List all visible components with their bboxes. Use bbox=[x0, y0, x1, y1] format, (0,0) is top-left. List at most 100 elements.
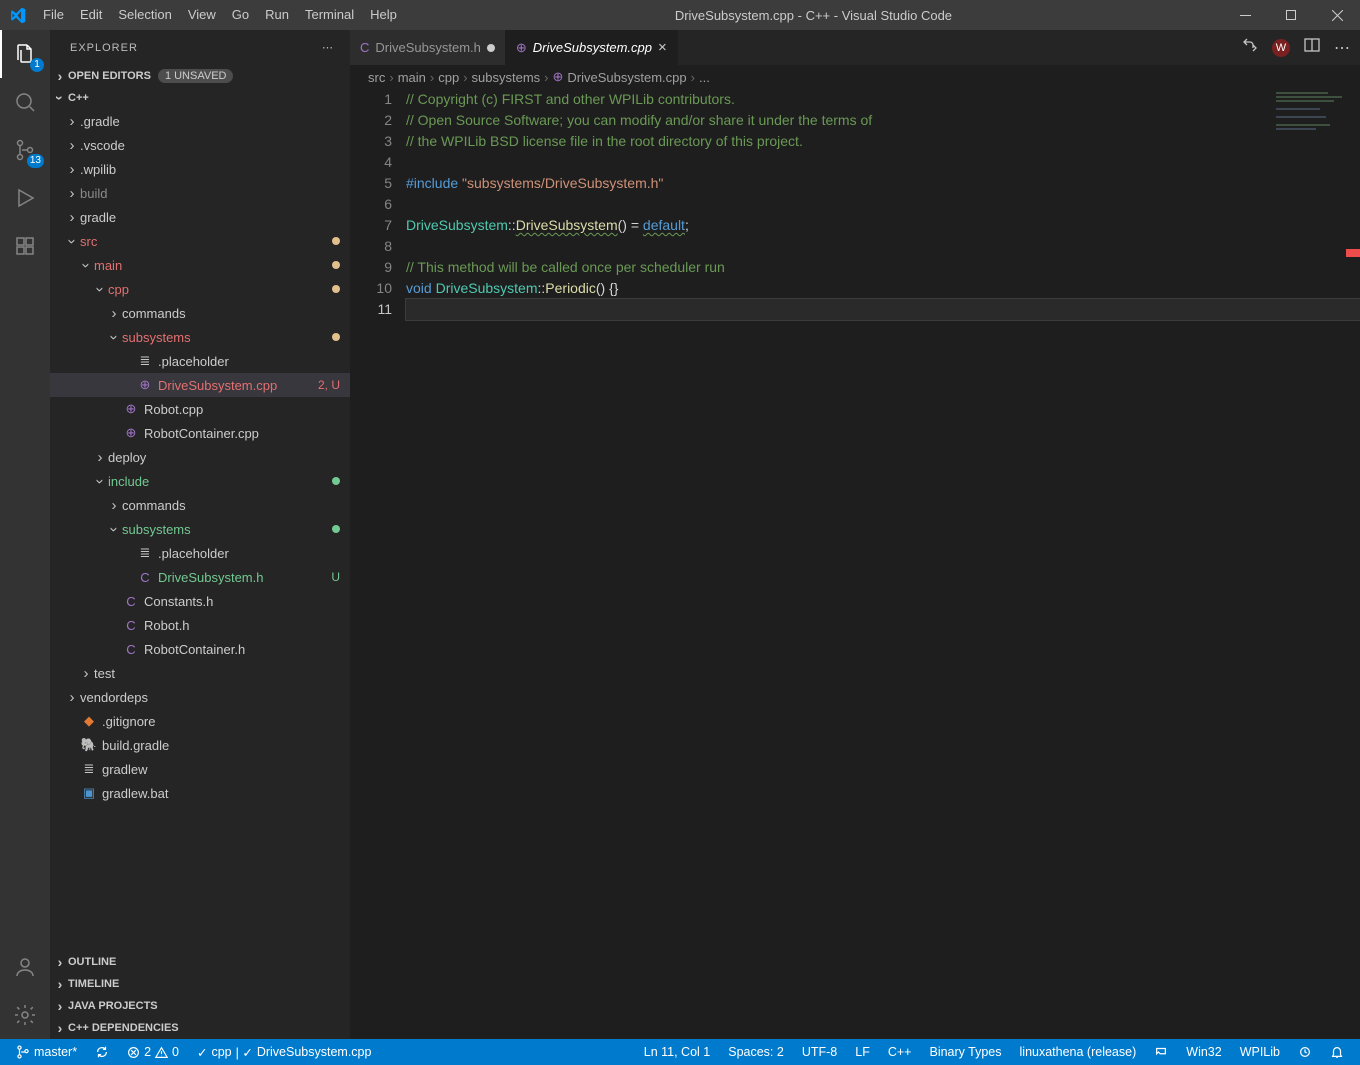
close-button[interactable] bbox=[1314, 0, 1360, 30]
status-binary-types[interactable]: Binary Types bbox=[923, 1045, 1007, 1059]
tree-folder-gradle2[interactable]: ›gradle bbox=[50, 205, 350, 229]
titlebar: File Edit Selection View Go Run Terminal… bbox=[0, 0, 1360, 30]
status-language[interactable]: C++ bbox=[882, 1045, 918, 1059]
activity-explorer[interactable]: 1 bbox=[0, 30, 50, 78]
menu-edit[interactable]: Edit bbox=[72, 0, 110, 30]
tree-folder-main[interactable]: ›main bbox=[50, 253, 350, 277]
tree-folder-subsystems1[interactable]: ›subsystems bbox=[50, 325, 350, 349]
status-indent[interactable]: Spaces: 2 bbox=[722, 1045, 790, 1059]
section-cpp-deps[interactable]: ›C++ DEPENDENCIES bbox=[50, 1017, 350, 1039]
tree-folder-build[interactable]: ›build bbox=[50, 181, 350, 205]
section-timeline[interactable]: ›TIMELINE bbox=[50, 973, 350, 995]
status-liveshare-icon[interactable] bbox=[1292, 1045, 1318, 1059]
activity-search[interactable] bbox=[0, 78, 50, 126]
menu-terminal[interactable]: Terminal bbox=[297, 0, 362, 30]
section-open-editors[interactable]: › OPEN EDITORS 1 UNSAVED bbox=[50, 65, 350, 87]
tree-file-drive-h[interactable]: CDriveSubsystem.hU bbox=[50, 565, 350, 589]
minimize-button[interactable] bbox=[1222, 0, 1268, 30]
status-wpilib[interactable]: WPILib bbox=[1234, 1045, 1286, 1059]
tree-file-constants-h[interactable]: CConstants.h bbox=[50, 589, 350, 613]
status-sync[interactable] bbox=[89, 1045, 115, 1059]
activity-settings[interactable] bbox=[0, 991, 50, 1039]
tab-drivesubsystem-h[interactable]: C DriveSubsystem.h bbox=[350, 30, 506, 65]
maximize-button[interactable] bbox=[1268, 0, 1314, 30]
wpilib-icon[interactable]: W bbox=[1272, 39, 1290, 57]
tree-folder-vscode[interactable]: ›.vscode bbox=[50, 133, 350, 157]
tree-file-drive-cpp[interactable]: ⊕DriveSubsystem.cpp2, U bbox=[50, 373, 350, 397]
close-icon[interactable]: × bbox=[658, 39, 667, 56]
section-java-projects[interactable]: ›JAVA PROJECTS bbox=[50, 995, 350, 1017]
tree-folder-test[interactable]: ›test bbox=[50, 661, 350, 685]
tree-folder-include[interactable]: ›include bbox=[50, 469, 350, 493]
tree-folder-cpp[interactable]: ›cpp bbox=[50, 277, 350, 301]
tree-file-robot-cpp[interactable]: ⊕Robot.cpp bbox=[50, 397, 350, 421]
tree-folder-commands2[interactable]: ›commands bbox=[50, 493, 350, 517]
tree-folder-src[interactable]: ›src bbox=[50, 229, 350, 253]
status-win32[interactable]: Win32 bbox=[1180, 1045, 1227, 1059]
status-notifications-icon[interactable] bbox=[1324, 1045, 1350, 1059]
tree-file-robot-h[interactable]: CRobot.h bbox=[50, 613, 350, 637]
status-feedback-icon[interactable] bbox=[1148, 1045, 1174, 1059]
editor-scrollbar[interactable] bbox=[1346, 89, 1360, 1039]
tree-folder-subsystems2[interactable]: ›subsystems bbox=[50, 517, 350, 541]
tree-file-placeholder2[interactable]: ≣.placeholder bbox=[50, 541, 350, 565]
tree-folder-vendordeps[interactable]: ›vendordeps bbox=[50, 685, 350, 709]
split-editor-icon[interactable] bbox=[1304, 37, 1320, 58]
tab-drivesubsystem-cpp[interactable]: ⊕ DriveSubsystem.cpp × bbox=[506, 30, 678, 65]
breadcrumb-item[interactable]: ... bbox=[699, 70, 710, 85]
tree-file-gitignore[interactable]: ◆.gitignore bbox=[50, 709, 350, 733]
activity-accounts[interactable] bbox=[0, 943, 50, 991]
menu-help[interactable]: Help bbox=[362, 0, 405, 30]
tree-folder-wpilib[interactable]: ›.wpilib bbox=[50, 157, 350, 181]
breadcrumb-item[interactable]: subsystems bbox=[472, 70, 541, 85]
tree-folder-deploy[interactable]: ›deploy bbox=[50, 445, 350, 469]
menu-selection[interactable]: Selection bbox=[110, 0, 179, 30]
status-cursor-position[interactable]: Ln 11, Col 1 bbox=[638, 1045, 716, 1059]
tree-file-placeholder1[interactable]: ≣.placeholder bbox=[50, 349, 350, 373]
tab-label: DriveSubsystem.h bbox=[375, 40, 480, 55]
breadcrumb-item[interactable]: DriveSubsystem.cpp bbox=[567, 70, 686, 85]
app-logo bbox=[0, 7, 35, 24]
breadcrumb-item[interactable]: src bbox=[368, 70, 385, 85]
git-status: U bbox=[331, 570, 340, 584]
git-icon: ◆ bbox=[80, 713, 98, 729]
menu-view[interactable]: View bbox=[180, 0, 224, 30]
section-workspace-root[interactable]: › C++ bbox=[50, 87, 350, 109]
error-marker bbox=[1346, 249, 1360, 257]
status-target[interactable]: linuxathena (release) bbox=[1014, 1045, 1143, 1059]
tree-file-rc-h[interactable]: CRobotContainer.h bbox=[50, 637, 350, 661]
tree-file-gradlew[interactable]: ≣gradlew bbox=[50, 757, 350, 781]
tree-folder-commands1[interactable]: ›commands bbox=[50, 301, 350, 325]
menu-go[interactable]: Go bbox=[224, 0, 257, 30]
activity-extensions[interactable] bbox=[0, 222, 50, 270]
status-build-target[interactable]: ✓ cpp | ✓ DriveSubsystem.cpp bbox=[191, 1045, 377, 1060]
breadcrumb[interactable]: src› main› cpp› subsystems› ⊕ DriveSubsy… bbox=[350, 65, 1360, 89]
activity-run-debug[interactable] bbox=[0, 174, 50, 222]
chevron-right-icon: › bbox=[52, 68, 68, 84]
more-icon[interactable]: ⋯ bbox=[1334, 38, 1350, 58]
menu-file[interactable]: File bbox=[35, 0, 72, 30]
sidebar-explorer: EXPLORER ⋯ › OPEN EDITORS 1 UNSAVED › C+… bbox=[50, 30, 350, 1039]
tree-file-gradlew-bat[interactable]: ▣gradlew.bat bbox=[50, 781, 350, 805]
menu-run[interactable]: Run bbox=[257, 0, 297, 30]
status-problems[interactable]: 2 0 bbox=[121, 1045, 185, 1059]
editor-tabs: C DriveSubsystem.h ⊕ DriveSubsystem.cpp … bbox=[350, 30, 1360, 65]
status-branch[interactable]: master* bbox=[10, 1045, 83, 1059]
breadcrumb-item[interactable]: main bbox=[398, 70, 426, 85]
breadcrumb-item[interactable]: cpp bbox=[438, 70, 459, 85]
activity-source-control[interactable]: 13 bbox=[0, 126, 50, 174]
tree-file-build-gradle[interactable]: 🐘build.gradle bbox=[50, 733, 350, 757]
compare-icon[interactable] bbox=[1242, 37, 1258, 58]
minimap[interactable] bbox=[1276, 92, 1346, 242]
tree-file-rc-cpp[interactable]: ⊕RobotContainer.cpp bbox=[50, 421, 350, 445]
explorer-header: EXPLORER ⋯ bbox=[50, 30, 350, 65]
modified-dot-icon bbox=[332, 261, 340, 269]
more-icon[interactable]: ⋯ bbox=[322, 41, 334, 54]
workspace-root-label: C++ bbox=[68, 92, 89, 104]
section-outline[interactable]: ›OUTLINE bbox=[50, 951, 350, 973]
tree-folder-gradle[interactable]: ›.gradle bbox=[50, 109, 350, 133]
code-editor[interactable]: 1234567891011 // Copyright (c) FIRST and… bbox=[350, 89, 1360, 1039]
status-eol[interactable]: LF bbox=[849, 1045, 876, 1059]
code-content[interactable]: // Copyright (c) FIRST and other WPILib … bbox=[406, 89, 1360, 1039]
status-encoding[interactable]: UTF-8 bbox=[796, 1045, 843, 1059]
